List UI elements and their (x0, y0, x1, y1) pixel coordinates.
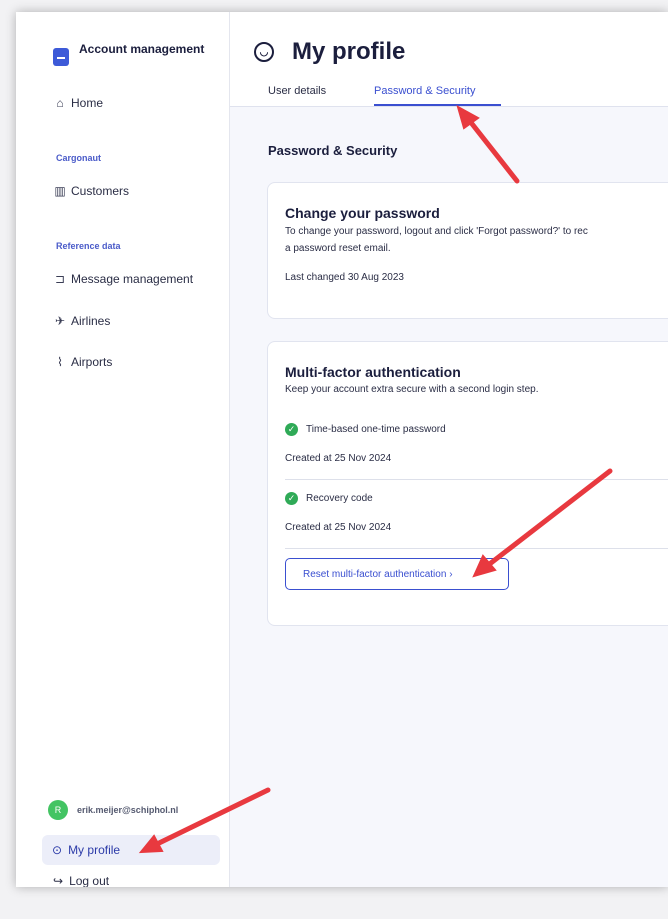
last-changed-text: Last changed 30 Aug 2023 (285, 272, 404, 283)
page-header: ◡ My profile User details Password & Sec… (230, 12, 668, 107)
tab-user-details[interactable]: User details (268, 85, 326, 97)
reset-mfa-button[interactable]: Reset multi-factor authentication › (285, 558, 509, 590)
airport-icon: ⌇ (57, 355, 63, 369)
main-content: ◡ My profile User details Password & Sec… (230, 12, 668, 887)
sidebar-item-label: Airports (71, 355, 113, 369)
change-password-card: Change your password To change your pass… (267, 182, 668, 319)
sidebar-item-label: Message management (71, 272, 194, 286)
sidebar-item-logout[interactable]: ↪ Log out (53, 874, 109, 887)
card-title: Multi-factor authentication (285, 364, 461, 380)
mfa-method-name: Time-based one-time password (306, 424, 446, 435)
reset-mfa-label: Reset multi-factor authentication (303, 568, 447, 580)
chevron-right-icon: › (449, 568, 453, 580)
section-title: Password & Security (268, 143, 398, 158)
sidebar-item-label: Customers (71, 184, 130, 198)
tab-password-security[interactable]: Password & Security (374, 85, 475, 97)
active-tab-indicator (374, 104, 501, 106)
divider (285, 548, 668, 549)
card-description: a password reset email. (285, 243, 391, 254)
user-circle-icon: ⊙ (52, 843, 63, 857)
sidebar-item-message-management[interactable]: ⊐ Message management (53, 267, 193, 291)
sidebar-item-customers[interactable]: ▥ Customers (53, 179, 129, 203)
check-circle-icon: ✓ (285, 423, 298, 436)
sidebar-item-label: My profile (68, 843, 121, 857)
card-description: To change your password, logout and clic… (285, 226, 588, 237)
page-title-text: My profile (292, 38, 406, 65)
logout-icon: ↪ (53, 874, 64, 887)
app-window: Account management ⌂ Home Cargonaut ▥ Cu… (16, 12, 668, 887)
message-icon: ⊐ (54, 272, 66, 286)
user-email: erik.meijer@schiphol.nl (77, 805, 179, 815)
sidebar: Account management ⌂ Home Cargonaut ▥ Cu… (16, 12, 230, 887)
card-title: Change your password (285, 205, 440, 221)
sidebar-section-reference: Reference data (56, 241, 121, 251)
sidebar-item-airports[interactable]: ⌇ Airports (53, 350, 112, 374)
mfa-method-name: Recovery code (306, 493, 373, 504)
sidebar-item-home[interactable]: ⌂ Home (53, 91, 103, 115)
app-title: Account management (79, 42, 205, 56)
avatar: R (48, 800, 68, 820)
airplane-icon: ✈ (54, 314, 66, 328)
user-circle-icon: ◡ (254, 42, 274, 62)
current-user: R erik.meijer@schiphol.nl (48, 800, 178, 820)
page-title: ◡ My profile (254, 38, 405, 66)
sidebar-item-label: Log out (69, 874, 110, 887)
home-icon: ⌂ (56, 96, 64, 110)
check-circle-icon: ✓ (285, 492, 298, 505)
card-description: Keep your account extra secure with a se… (285, 384, 539, 395)
mfa-card: Multi-factor authentication Keep your ac… (267, 341, 668, 626)
app-logo-icon (53, 48, 69, 66)
sidebar-item-my-profile[interactable]: ⊙ My profile (42, 835, 220, 865)
mfa-method-created: Created at 25 Nov 2024 (285, 453, 392, 464)
sidebar-item-label: Airlines (71, 314, 111, 328)
building-icon: ▥ (54, 184, 66, 198)
divider (285, 479, 668, 480)
sidebar-item-airlines[interactable]: ✈ Airlines (53, 309, 110, 333)
sidebar-section-cargonaut: Cargonaut (56, 153, 101, 163)
sidebar-item-label: Home (71, 96, 104, 110)
mfa-method-created: Created at 25 Nov 2024 (285, 522, 392, 533)
